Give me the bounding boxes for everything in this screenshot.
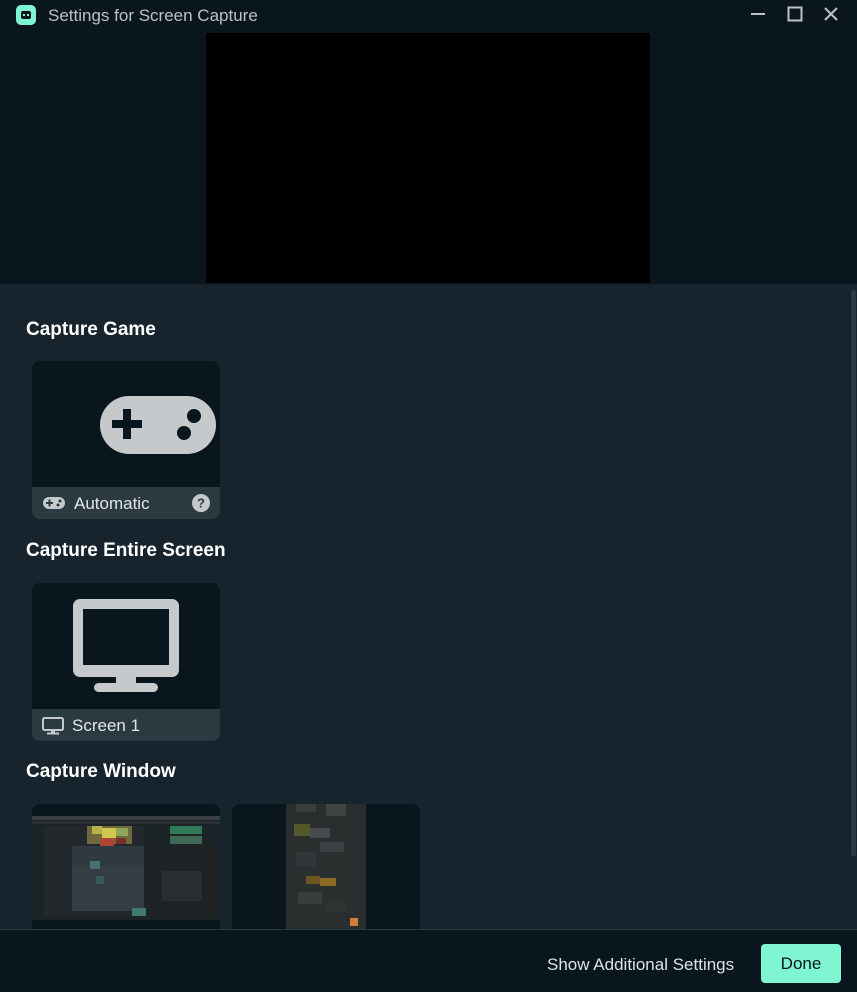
minimize-icon — [751, 13, 765, 15]
card-label: Screen 1 — [72, 716, 141, 735]
card-label: Automatic — [74, 494, 150, 513]
streamlabs-logo-icon — [16, 5, 36, 25]
window-title: Settings for Screen Capture — [48, 6, 258, 25]
dialog-footer: Show Additional Settings Done — [0, 929, 857, 992]
show-additional-settings-button[interactable]: Show Additional Settings — [547, 955, 734, 975]
minimize-button[interactable] — [740, 0, 776, 30]
svg-text:?: ? — [197, 496, 205, 511]
gamepad-icon — [43, 497, 65, 509]
preview-canvas — [206, 33, 650, 283]
capture-screen-heading: Capture Entire Screen — [26, 540, 226, 561]
source-preview — [0, 32, 857, 284]
card-footer: Screen 1 — [32, 709, 220, 741]
gamepad-icon — [100, 396, 216, 454]
window-thumbnail — [32, 816, 220, 920]
close-icon — [824, 7, 838, 21]
capture-window-card[interactable] — [232, 804, 420, 929]
capture-screen-1-card[interactable]: Screen 1 — [32, 583, 220, 741]
window-thumbnail — [286, 804, 366, 929]
capture-window-heading: Capture Window — [26, 761, 176, 782]
capture-game-automatic-card[interactable]: Automatic ? — [32, 361, 220, 519]
capture-game-heading: Capture Game — [26, 319, 156, 340]
question-circle-icon[interactable]: ? — [192, 494, 210, 512]
card-footer: Automatic ? — [32, 487, 220, 519]
scrollbar[interactable] — [851, 290, 856, 856]
maximize-button[interactable] — [777, 0, 813, 30]
capture-window-card[interactable] — [32, 804, 220, 929]
close-button[interactable] — [813, 0, 849, 30]
monitor-icon — [42, 717, 64, 735]
maximize-icon — [787, 6, 803, 22]
done-button[interactable]: Done — [761, 944, 841, 983]
title-bar: Settings for Screen Capture — [0, 0, 857, 32]
monitor-icon — [73, 599, 179, 692]
